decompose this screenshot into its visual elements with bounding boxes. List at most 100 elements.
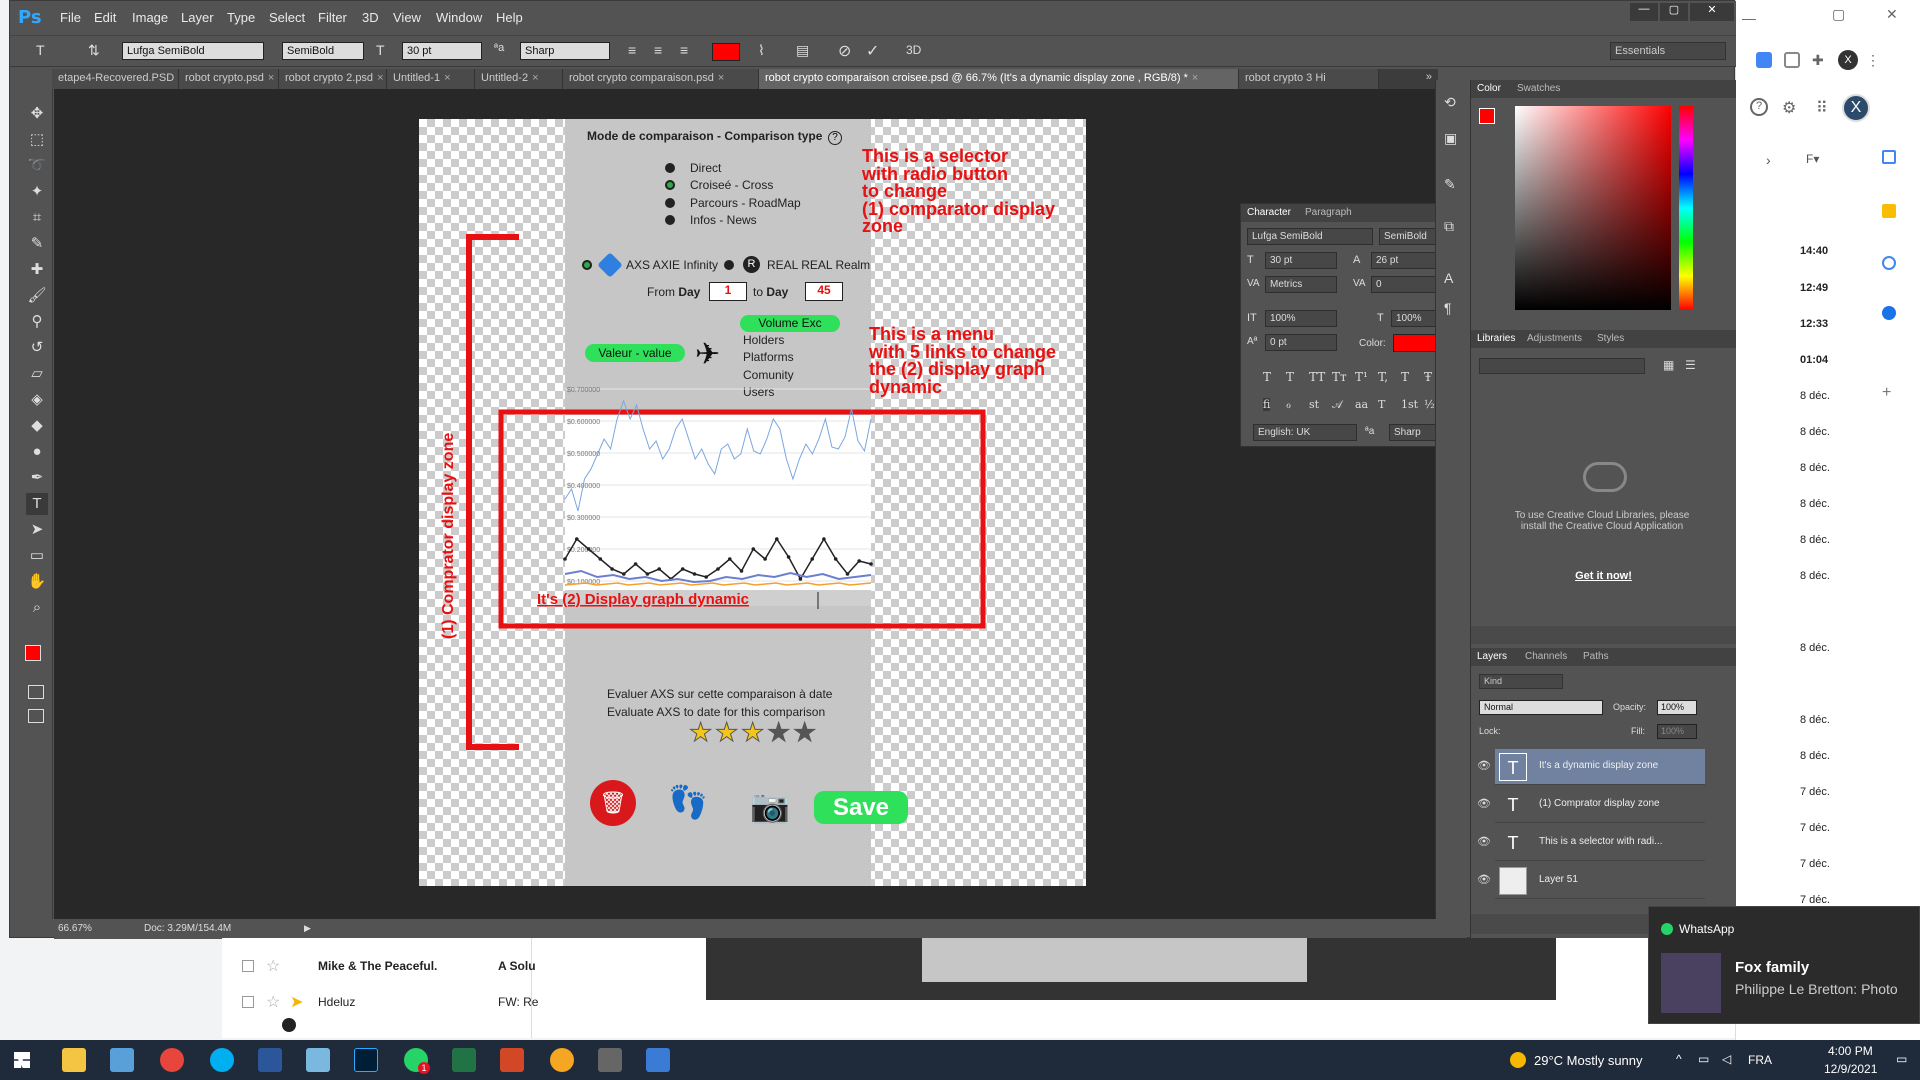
type-tool-icon[interactable]: T: [36, 42, 45, 58]
email-date[interactable]: 7 déc.: [1800, 822, 1830, 834]
tab-close-icon[interactable]: ×: [718, 72, 724, 84]
vertical-scale-field[interactable]: 100%: [1265, 310, 1337, 327]
tab-close-icon[interactable]: ×: [532, 72, 538, 84]
character-panel-icon[interactable]: ▤: [796, 42, 809, 59]
tab-close-icon[interactable]: ×: [377, 72, 383, 84]
document-tab[interactable]: Untitled-2 ×: [475, 69, 563, 89]
contacts-icon[interactable]: [1882, 306, 1896, 320]
tab-color[interactable]: Color: [1477, 83, 1501, 94]
opentype-button[interactable]: 1st: [1401, 398, 1418, 411]
opentype-button[interactable]: 𝒜: [1332, 398, 1342, 412]
type-style-button[interactable]: T,: [1378, 370, 1388, 384]
row-checkbox[interactable]: [242, 996, 254, 1008]
magic-wand-icon[interactable]: ✦: [26, 181, 48, 203]
color-field[interactable]: [1515, 106, 1671, 310]
menu-help[interactable]: Help: [496, 10, 523, 25]
volume-icon[interactable]: ◁: [1722, 1052, 1731, 1066]
crop-tool-icon[interactable]: ⌗: [26, 207, 48, 229]
email-date[interactable]: 8 déc.: [1800, 642, 1830, 654]
kerning-field[interactable]: Metrics: [1265, 276, 1337, 293]
fg-swatch[interactable]: [1479, 108, 1495, 124]
history-icon[interactable]: ⟲: [1444, 94, 1456, 111]
antialias-select[interactable]: Sharp: [520, 42, 610, 60]
ps-close-button[interactable]: ✕: [1690, 3, 1734, 21]
apps-icon[interactable]: ⠿: [1816, 98, 1828, 118]
rectangle-tool-icon[interactable]: ▭: [26, 545, 48, 567]
app-icon[interactable]: [306, 1048, 330, 1072]
close-icon[interactable]: ✕: [1886, 6, 1898, 23]
email-date[interactable]: 8 déc.: [1800, 390, 1830, 402]
maximize-icon[interactable]: ▢: [1832, 6, 1845, 23]
warp-text-icon[interactable]: ⌇: [758, 42, 765, 59]
layer-name[interactable]: (1) Comprator display zone: [1539, 798, 1699, 809]
app-icon[interactable]: [550, 1048, 574, 1072]
opentype-button[interactable]: st: [1309, 398, 1319, 411]
font-tool[interactable]: F▾: [1806, 152, 1819, 166]
ps-maximize-button[interactable]: ▢: [1660, 3, 1688, 21]
tab-paragraph[interactable]: Paragraph: [1305, 207, 1352, 218]
font-style-select[interactable]: SemiBold: [282, 42, 364, 60]
email-date[interactable]: 7 déc.: [1800, 858, 1830, 870]
tab-libraries[interactable]: Libraries: [1477, 333, 1515, 344]
whatsapp-notification[interactable]: WhatsApp Fox family Philippe Le Bretton:…: [1648, 906, 1920, 1024]
start-icon[interactable]: [14, 1052, 30, 1068]
brush-icon[interactable]: ✎: [1444, 176, 1456, 193]
hue-slider[interactable]: [1679, 106, 1693, 310]
menu-3d[interactable]: 3D: [362, 10, 379, 25]
menu-edit[interactable]: Edit: [94, 10, 116, 25]
clone-icon[interactable]: ⧉: [1444, 218, 1454, 235]
type-style-button[interactable]: T: [1263, 370, 1271, 384]
stamp-tool-icon[interactable]: ⚲: [26, 311, 48, 333]
account-avatar[interactable]: X: [1842, 94, 1870, 122]
photos-icon[interactable]: [646, 1048, 670, 1072]
keep-icon[interactable]: [1882, 204, 1896, 218]
word-icon[interactable]: [258, 1048, 282, 1072]
document-canvas[interactable]: Mode de comparaison - Comparison type ? …: [419, 119, 1086, 886]
document-tab[interactable]: robot crypto 3 Hi: [1239, 69, 1379, 89]
app-icon[interactable]: [110, 1048, 134, 1072]
status-arrow-icon[interactable]: ▶: [304, 923, 311, 934]
baseline-field[interactable]: 0 pt: [1265, 334, 1337, 351]
layer-name[interactable]: This is a selector with radi...: [1539, 836, 1699, 847]
opentype-button[interactable]: ℴ: [1286, 398, 1291, 411]
tab-character[interactable]: Character: [1247, 207, 1291, 218]
calendar-icon[interactable]: [1882, 150, 1896, 164]
pen-tool-icon[interactable]: ✒: [26, 467, 48, 489]
document-tab[interactable]: robot crypto.psd ×: [179, 69, 279, 89]
type-style-button[interactable]: T: [1401, 370, 1409, 384]
email-date[interactable]: 12:33: [1800, 318, 1828, 330]
row-checkbox[interactable]: [242, 960, 254, 972]
eyedropper-icon[interactable]: ✎: [26, 233, 48, 255]
document-tab[interactable]: Untitled-1 ×: [387, 69, 475, 89]
email-date[interactable]: 7 déc.: [1800, 786, 1830, 798]
brush-tool-icon[interactable]: 🖌: [26, 285, 48, 307]
3d-icon[interactable]: 3D: [906, 43, 921, 57]
opentype-button[interactable]: T: [1378, 398, 1385, 411]
email-date[interactable]: 01:04: [1800, 354, 1828, 366]
email-date[interactable]: 8 déc.: [1800, 534, 1830, 546]
contacts-icon[interactable]: [282, 1018, 296, 1032]
blend-mode-select[interactable]: Normal: [1479, 700, 1603, 715]
eraser-tool-icon[interactable]: ▱: [26, 363, 48, 385]
opentype-button[interactable]: ½: [1424, 398, 1435, 411]
tasks-icon[interactable]: [1882, 256, 1896, 270]
layer-filter-kind[interactable]: Kind: [1479, 674, 1563, 689]
type-tool-icon[interactable]: T: [26, 493, 48, 515]
menu-window[interactable]: Window: [436, 10, 482, 25]
opentype-button[interactable]: aa: [1355, 398, 1368, 411]
profile-avatar[interactable]: X: [1838, 50, 1858, 70]
font-size-field[interactable]: 30 pt: [1265, 252, 1337, 269]
type-style-button[interactable]: Tт: [1332, 370, 1347, 384]
email-date[interactable]: 8 déc.: [1800, 498, 1830, 510]
path-select-icon[interactable]: ➤: [26, 519, 48, 541]
commit-icon[interactable]: ✓: [866, 41, 879, 61]
visibility-eye-icon[interactable]: 👁: [1477, 873, 1491, 886]
email-date[interactable]: 8 déc.: [1800, 462, 1830, 474]
cancel-icon[interactable]: ⊘: [838, 41, 851, 61]
font-family-select[interactable]: Lufga SemiBold: [122, 42, 264, 60]
language-indicator[interactable]: FRA: [1748, 1053, 1772, 1067]
email-sender[interactable]: Hdeluz: [318, 995, 355, 1009]
orientation-toggle-icon[interactable]: ⇅: [88, 42, 100, 59]
skype-icon[interactable]: [210, 1048, 234, 1072]
clock-time[interactable]: 4:00 PM: [1828, 1044, 1873, 1058]
